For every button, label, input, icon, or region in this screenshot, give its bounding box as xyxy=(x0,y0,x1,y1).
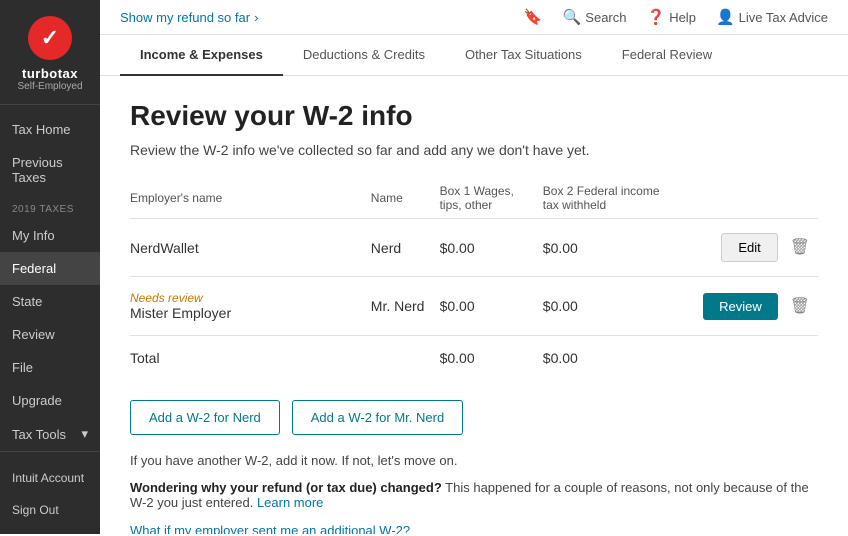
live-advice-action[interactable]: 👤 Live Tax Advice xyxy=(716,8,828,26)
total-box2: $0.00 xyxy=(543,336,681,381)
refund-changed-text: Wondering why your refund (or tax due) c… xyxy=(130,480,818,510)
add-w2-mr-nerd-button[interactable]: Add a W-2 for Mr. Nerd xyxy=(292,400,463,435)
employer-name-text-2: Mister Employer xyxy=(130,305,363,321)
total-actions-col xyxy=(680,336,818,381)
delete-icon-2[interactable]: 🗑 xyxy=(790,298,810,315)
sidebar-footer: Intuit Account Sign Out xyxy=(0,451,100,536)
needs-review-label: Needs review xyxy=(130,291,363,305)
live-advice-label: Live Tax Advice xyxy=(739,10,828,25)
sidebar-item-state[interactable]: State xyxy=(0,285,100,318)
topbar-actions: 🔖 🔍 Search ❓ Help 👤 Live Tax Advice xyxy=(524,8,828,26)
w2-table: Employer's name Name Box 1 Wages, tips, … xyxy=(130,178,818,380)
info-text: If you have another W-2, add it now. If … xyxy=(130,453,818,468)
chevron-down-icon: ▾ xyxy=(81,426,88,442)
faq-1: What if my employer sent me an additiona… xyxy=(130,522,818,534)
brand-sub: Self-Employed xyxy=(17,81,82,92)
add-w2-row: Add a W-2 for Nerd Add a W-2 for Mr. Ner… xyxy=(130,400,818,435)
sidebar-item-tax-home[interactable]: Tax Home xyxy=(0,113,100,146)
logo-area: ✓ turbotax Self-Employed xyxy=(0,0,100,105)
employer-name-1: NerdWallet xyxy=(130,219,371,277)
user-icon: 👤 xyxy=(716,8,735,26)
sidebar-item-my-info[interactable]: My Info xyxy=(0,219,100,252)
tab-other-tax[interactable]: Other Tax Situations xyxy=(445,35,602,76)
sidebar-section-label: 2019 TAXES xyxy=(0,194,100,219)
box2-2: $0.00 xyxy=(543,277,681,336)
chevron-right-icon: › xyxy=(254,10,258,25)
tab-federal-review[interactable]: Federal Review xyxy=(602,35,732,76)
box2-1: $0.00 xyxy=(543,219,681,277)
table-row: Needs review Mister Employer Mr. Nerd $0… xyxy=(130,277,818,336)
bookmark-action[interactable]: 🔖 xyxy=(524,8,543,26)
col-header-box2: Box 2 Federal income tax withheld xyxy=(543,178,681,219)
review-button-2[interactable]: Review xyxy=(703,293,778,320)
help-action[interactable]: ❓ Help xyxy=(647,8,696,26)
learn-more-link[interactable]: Learn more xyxy=(257,495,323,510)
sidebar-item-sign-out[interactable]: Sign Out xyxy=(0,494,100,526)
help-label: Help xyxy=(669,10,696,25)
help-icon: ❓ xyxy=(647,8,666,26)
box1-1: $0.00 xyxy=(440,219,543,277)
employer-name-2: Needs review Mister Employer xyxy=(130,277,371,336)
tab-deductions-credits[interactable]: Deductions & Credits xyxy=(283,35,445,76)
employee-name-2: Mr. Nerd xyxy=(371,277,440,336)
search-label: Search xyxy=(585,10,626,25)
total-box1: $0.00 xyxy=(440,336,543,381)
sidebar-item-tax-tools[interactable]: Tax Tools ▾ xyxy=(0,417,100,451)
faq-1-link[interactable]: What if my employer sent me an additiona… xyxy=(130,523,410,534)
sidebar-item-federal[interactable]: Federal xyxy=(0,252,100,285)
tax-tools-label: Tax Tools xyxy=(12,427,66,442)
checkmark-icon: ✓ xyxy=(41,25,59,51)
search-action[interactable]: 🔍 Search xyxy=(563,8,627,26)
sidebar-nav: Tax Home Previous Taxes 2019 TAXES My In… xyxy=(0,105,100,451)
sidebar-item-previous-taxes[interactable]: Previous Taxes xyxy=(0,146,100,194)
page-subtitle: Review the W-2 info we've collected so f… xyxy=(130,142,818,158)
total-row: Total $0.00 $0.00 xyxy=(130,336,818,381)
tabs: Income & Expenses Deductions & Credits O… xyxy=(100,35,848,76)
main-area: Show my refund so far › 🔖 🔍 Search ❓ Hel… xyxy=(100,0,848,534)
topbar: Show my refund so far › 🔖 🔍 Search ❓ Hel… xyxy=(100,0,848,35)
bookmark-icon: 🔖 xyxy=(524,8,543,26)
content: Review your W-2 info Review the W-2 info… xyxy=(100,76,848,534)
col-header-employer: Employer's name xyxy=(130,178,371,219)
refund-link[interactable]: Show my refund so far › xyxy=(120,10,258,25)
search-icon: 🔍 xyxy=(563,8,582,26)
logo-circle: ✓ xyxy=(28,16,72,60)
sidebar-item-upgrade[interactable]: Upgrade xyxy=(0,384,100,417)
sidebar: ✓ turbotax Self-Employed Tax Home Previo… xyxy=(0,0,100,534)
tab-income-expenses[interactable]: Income & Expenses xyxy=(120,35,283,76)
col-header-name: Name xyxy=(371,178,440,219)
total-name-col xyxy=(371,336,440,381)
col-header-box1: Box 1 Wages, tips, other xyxy=(440,178,543,219)
add-w2-nerd-button[interactable]: Add a W-2 for Nerd xyxy=(130,400,280,435)
edit-button-1[interactable]: Edit xyxy=(721,233,777,262)
delete-icon-1[interactable]: 🗑 xyxy=(790,239,810,256)
table-row: NerdWallet Nerd $0.00 $0.00 Edit 🗑 xyxy=(130,219,818,277)
sidebar-item-file[interactable]: File xyxy=(0,351,100,384)
actions-1: Edit 🗑 xyxy=(680,219,818,277)
sidebar-item-review[interactable]: Review xyxy=(0,318,100,351)
refund-changed-bold: Wondering why your refund (or tax due) c… xyxy=(130,480,442,495)
total-label: Total xyxy=(130,336,371,381)
brand-name: turbotax xyxy=(22,66,78,81)
page-title: Review your W-2 info xyxy=(130,100,818,132)
sidebar-item-intuit-account[interactable]: Intuit Account xyxy=(0,462,100,494)
box1-2: $0.00 xyxy=(440,277,543,336)
col-header-actions xyxy=(680,178,818,219)
refund-link-text: Show my refund so far xyxy=(120,10,250,25)
employee-name-1: Nerd xyxy=(371,219,440,277)
actions-2: Review 🗑 xyxy=(680,277,818,336)
